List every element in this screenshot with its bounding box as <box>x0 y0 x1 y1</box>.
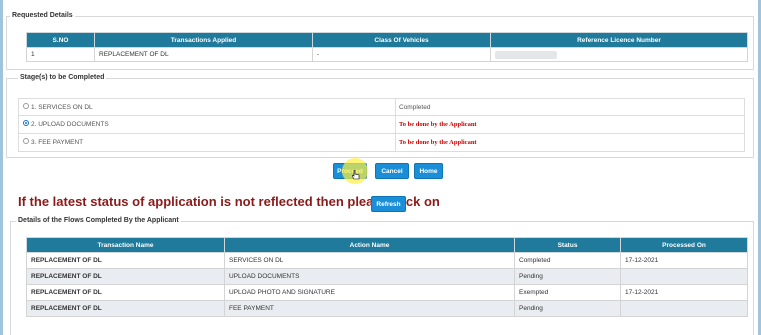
stage-row-services[interactable]: 1. SERVICES ON DL Completed <box>18 98 745 116</box>
table-header-row: S.NO Transactions Applied Class Of Vehic… <box>26 32 748 48</box>
left-frame-border <box>0 0 3 335</box>
stage-label-text: 3. FEE PAYMENT <box>31 139 84 146</box>
stage-label-text: 1. SERVICES ON DL <box>31 104 93 111</box>
stage-label[interactable]: 2. UPLOAD DOCUMENTS <box>23 120 109 128</box>
cell-sno: 1 <box>26 47 95 62</box>
flows-table: Transaction Name Action Name Status Proc… <box>26 237 748 317</box>
radio-button-selected[interactable] <box>23 120 29 127</box>
redacted-licence-number <box>495 50 557 59</box>
cancel-button[interactable]: Cancel <box>375 163 409 179</box>
requested-details-legend: Requested Details <box>10 12 75 19</box>
divider <box>395 99 396 115</box>
cell-action: UPLOAD PHOTO AND SIGNATURE <box>224 284 515 301</box>
cell-action: FEE PAYMENT <box>224 300 515 317</box>
divider <box>395 134 396 151</box>
cell-status: Pending <box>514 268 621 285</box>
home-button[interactable]: Home <box>414 163 443 179</box>
refresh-button[interactable]: Refresh <box>371 196 406 212</box>
cell-action: SERVICES ON DL <box>224 252 515 269</box>
stage-row-fee-payment[interactable]: 3. FEE PAYMENT To be done by the Applica… <box>18 134 745 152</box>
cell-processed-on: 17-12-2021 <box>620 252 748 269</box>
radio-button[interactable] <box>23 138 29 145</box>
cell-action: UPLOAD DOCUMENTS <box>224 268 515 285</box>
cell-transaction: REPLACEMENT OF DL <box>26 284 225 301</box>
stage-row-upload-documents[interactable]: 2. UPLOAD DOCUMENTS To be done by the Ap… <box>18 116 745 134</box>
requested-details-table: S.NO Transactions Applied Class Of Vehic… <box>26 32 748 62</box>
table-header-row: Transaction Name Action Name Status Proc… <box>26 237 748 253</box>
cell-status: Pending <box>514 300 621 317</box>
table-row: REPLACEMENT OF DL FEE PAYMENT Pending <box>26 300 748 317</box>
column-header: Class Of Vehicles <box>312 32 491 48</box>
table-row: REPLACEMENT OF DL SERVICES ON DL Complet… <box>26 252 748 269</box>
cell-processed-on: 17-12-2021 <box>620 284 748 301</box>
stage-label[interactable]: 3. FEE PAYMENT <box>23 138 84 146</box>
table-row: REPLACEMENT OF DL UPLOAD DOCUMENTS Pendi… <box>26 268 748 285</box>
cell-transaction: REPLACEMENT OF DL <box>26 300 225 317</box>
cell-transaction: REPLACEMENT OF DL <box>94 47 313 62</box>
cell-status: Completed <box>514 252 621 269</box>
cell-status: Exempted <box>514 284 621 301</box>
table-row: REPLACEMENT OF DL UPLOAD PHOTO AND SIGNA… <box>26 284 748 301</box>
stage-status: To be done by the Applicant <box>399 121 477 128</box>
stages-legend: Stage(s) to be Completed <box>18 74 107 81</box>
radio-button[interactable] <box>23 103 29 110</box>
column-header: S.NO <box>26 32 95 48</box>
column-header: Processed On <box>620 237 748 253</box>
column-header: Action Name <box>224 237 515 253</box>
flows-legend: Details of the Flows Completed By the Ap… <box>16 217 181 224</box>
stage-status: To be done by the Applicant <box>399 139 477 146</box>
divider <box>395 116 396 133</box>
cell-transaction: REPLACEMENT OF DL <box>26 252 225 269</box>
cell-transaction: REPLACEMENT OF DL <box>26 268 225 285</box>
table-row: 1 REPLACEMENT OF DL - <box>26 47 748 62</box>
cell-licence-number <box>490 47 748 62</box>
stage-label[interactable]: 1. SERVICES ON DL <box>23 103 93 111</box>
column-header: Transaction Name <box>26 237 225 253</box>
cell-processed-on <box>620 268 748 285</box>
cell-class: - <box>312 47 491 62</box>
column-header: Transactions Applied <box>94 32 313 48</box>
cell-processed-on <box>620 300 748 317</box>
column-header: Reference Licence Number <box>490 32 748 48</box>
stage-status: Completed <box>399 104 431 111</box>
stage-label-text: 2. UPLOAD DOCUMENTS <box>31 121 109 128</box>
hand-cursor-icon <box>352 170 360 180</box>
column-header: Status <box>514 237 621 253</box>
